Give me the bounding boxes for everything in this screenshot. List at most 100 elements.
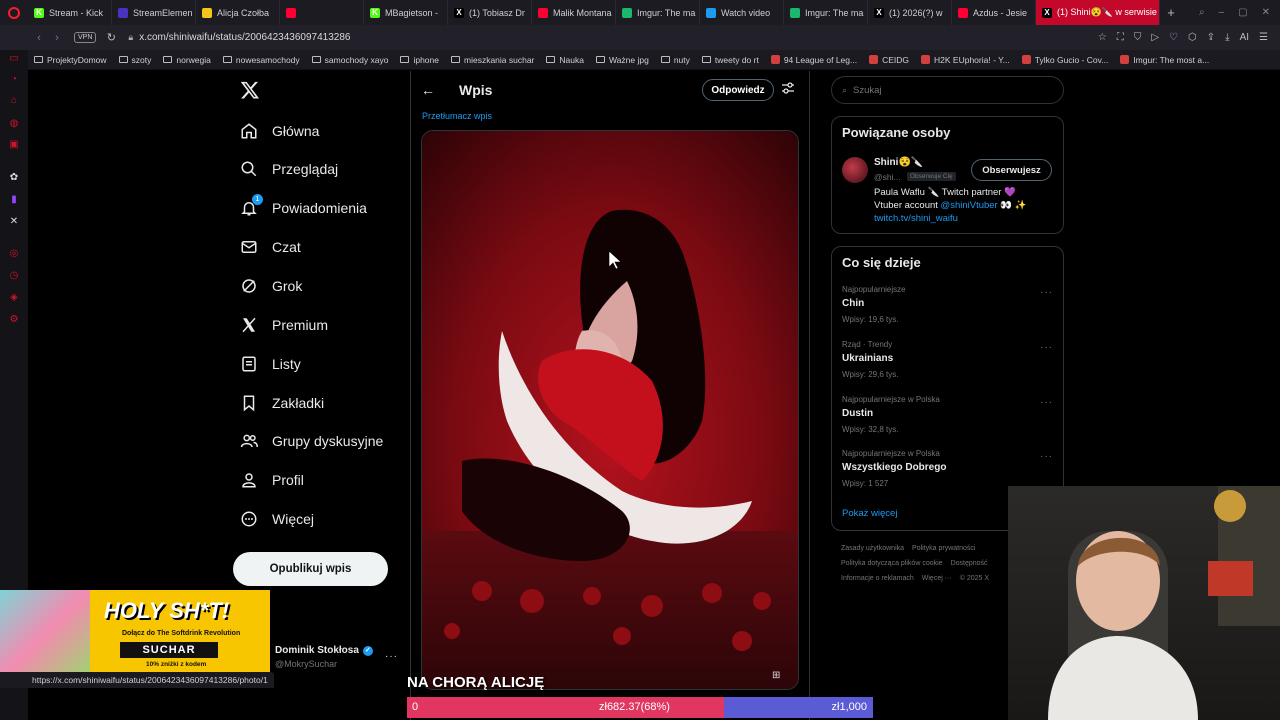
- trend-item[interactable]: Rząd · Trendy Ukrainians Wpisy: 29,6 tys.: [842, 340, 898, 379]
- bookmark-item[interactable]: norwegia: [163, 55, 211, 65]
- bio-link[interactable]: twitch.tv/shini_waifu: [874, 213, 958, 224]
- trend-more-icon[interactable]: ···: [1040, 451, 1053, 462]
- browser-tab[interactable]: Watch video: [700, 0, 784, 25]
- nav-item[interactable]: Listy: [240, 351, 301, 377]
- reload-icon[interactable]: ↻: [102, 31, 120, 44]
- browser-tab[interactable]: Malik Montana: [532, 0, 616, 25]
- mail-sidebar-icon[interactable]: ▣: [8, 139, 20, 151]
- alt-text-icon[interactable]: ⊞: [772, 670, 780, 681]
- bookmark-item[interactable]: Imgur: The most a...: [1120, 55, 1209, 65]
- footer-link[interactable]: Polityka dotycząca plików cookie: [841, 560, 943, 567]
- x-sidebar-icon[interactable]: ✕: [8, 216, 20, 228]
- heart-icon[interactable]: ♡: [1169, 32, 1178, 43]
- nav-item[interactable]: Premium: [240, 312, 328, 338]
- bookmark-item[interactable]: samochody xayo: [311, 55, 388, 65]
- search-tabs-icon[interactable]: ⌕: [1199, 7, 1205, 18]
- forward-icon[interactable]: ›: [48, 32, 66, 44]
- browser-tab[interactable]: Azdus - Jesie: [952, 0, 1036, 25]
- browser-tab[interactable]: K MBagietson -: [364, 0, 448, 25]
- bookmark-item[interactable]: H2K EUphoria! - Y...: [921, 55, 1010, 65]
- tab-active[interactable]: X (1) Shini😵🔪 w serwisie: [1036, 0, 1160, 25]
- browser-tab[interactable]: X (1) Tobiasz Dr: [448, 0, 532, 25]
- nav-item[interactable]: Czat: [240, 234, 301, 260]
- back-icon[interactable]: ‹: [30, 32, 48, 44]
- messenger-icon[interactable]: ◍: [8, 118, 20, 130]
- browser-tab[interactable]: Alicja Czołba: [196, 0, 280, 25]
- nav-item[interactable]: Profil: [240, 467, 304, 493]
- footer-link[interactable]: Polityka prywatności: [912, 545, 975, 552]
- footer-link[interactable]: Zasady użytkownika: [841, 545, 904, 552]
- browser-tab[interactable]: X (1) 2026(?) w: [868, 0, 952, 25]
- adblock-icon[interactable]: ⛉: [1134, 32, 1142, 43]
- nav-item[interactable]: Grupy dyskusyjne: [240, 428, 383, 454]
- footer-link[interactable]: © 2025 X: [960, 575, 989, 582]
- settings-icon[interactable]: ⚙: [8, 314, 20, 326]
- bookmark-item[interactable]: tweety do rt: [701, 55, 759, 65]
- bookmark-item[interactable]: Tylko Gucio - Cov...: [1021, 55, 1108, 65]
- opera-logo-icon[interactable]: [0, 0, 28, 25]
- bookmark-item[interactable]: Nauka: [546, 55, 584, 65]
- bookmark-item[interactable]: Ważne jpg: [595, 55, 649, 65]
- account-more-icon[interactable]: ···: [385, 651, 398, 662]
- history-icon[interactable]: ◷: [8, 270, 20, 282]
- vpn-badge[interactable]: VPN: [74, 32, 97, 43]
- browser-tab[interactable]: StreamElemen: [112, 0, 196, 25]
- footer-link[interactable]: Więcej ···: [922, 575, 952, 582]
- bio-mention-link[interactable]: @shiniVtuber: [941, 200, 998, 211]
- browser-tab[interactable]: [280, 0, 364, 25]
- nav-item[interactable]: Przeglądaj: [240, 156, 338, 182]
- post-image[interactable]: [421, 130, 799, 690]
- trend-item[interactable]: Najpopularniejsze Chin Wpisy: 19,6 tys.: [842, 285, 906, 324]
- extensions-icon[interactable]: ⬡: [1188, 32, 1197, 43]
- bookmark-item[interactable]: 94 League of Leg...: [770, 55, 857, 65]
- trend-item[interactable]: Najpopularniejsze w Polska Dustin Wpisy: 3…: [842, 395, 940, 434]
- footer-link[interactable]: Informacje o reklamach: [841, 575, 914, 582]
- ai-button[interactable]: AI: [1240, 32, 1249, 43]
- bookmark-item[interactable]: szoty: [118, 55, 151, 65]
- footer-link[interactable]: Dostępność: [951, 560, 988, 567]
- minimize-icon[interactable]: –: [1219, 7, 1225, 18]
- nav-item[interactable]: Zakładki: [240, 390, 324, 416]
- search-box[interactable]: ⌕ Szukaj: [831, 76, 1064, 104]
- settings-sliders-icon[interactable]: [781, 81, 795, 97]
- show-more-link[interactable]: Pokaż więcej: [842, 508, 897, 519]
- maximize-icon[interactable]: ▢: [1238, 7, 1247, 18]
- pinboard-icon[interactable]: ◈: [8, 292, 20, 304]
- bookmark-item[interactable]: nuty: [660, 55, 690, 65]
- share-icon[interactable]: ⇪: [1207, 32, 1215, 43]
- nav-item[interactable]: Główna: [240, 118, 319, 144]
- screenshot-icon[interactable]: ⛶: [1117, 32, 1124, 43]
- reply-button[interactable]: Odpowiedz: [702, 79, 774, 101]
- close-window-icon[interactable]: ✕: [1262, 7, 1270, 18]
- bookmark-item[interactable]: nowesamochody: [222, 55, 300, 65]
- bookmark-item[interactable]: CEIDG: [869, 55, 909, 65]
- browser-tab[interactable]: Imgur: The ma: [784, 0, 868, 25]
- translate-post-link[interactable]: Przetłumacz wpis: [422, 111, 492, 121]
- following-button[interactable]: Obserwujesz: [971, 159, 1052, 181]
- bookmark-item[interactable]: mieszkania suchar: [451, 55, 534, 65]
- play-icon[interactable]: ▷: [1151, 32, 1159, 43]
- aria-icon[interactable]: ◔: [8, 74, 20, 86]
- menu-icon[interactable]: ☰: [1259, 32, 1268, 43]
- trend-more-icon[interactable]: ···: [1040, 287, 1053, 298]
- new-tab-button[interactable]: +: [1160, 5, 1182, 20]
- person-name[interactable]: Shini😵🔪: [874, 157, 923, 168]
- nav-item[interactable]: 1 Powiadomienia: [240, 194, 367, 221]
- trend-more-icon[interactable]: ···: [1040, 397, 1053, 408]
- browser-tab[interactable]: K Stream - Kick: [28, 0, 112, 25]
- person-handle[interactable]: @shi...: [874, 172, 901, 182]
- avatar[interactable]: [842, 157, 868, 183]
- nav-item[interactable]: Grok: [240, 273, 302, 299]
- account-name-row[interactable]: Dominik Stokłosa ✓: [275, 645, 373, 656]
- player-icon[interactable]: ◎: [8, 248, 20, 260]
- bookmark-page-icon[interactable]: ☆: [1098, 32, 1107, 43]
- lock-sidebar-icon[interactable]: ⌂: [8, 95, 20, 107]
- bookmark-item[interactable]: iphone: [400, 55, 439, 65]
- lock-icon[interactable]: 🔒︎: [128, 32, 133, 43]
- browser-tab[interactable]: Imgur: The ma: [616, 0, 700, 25]
- back-arrow-icon[interactable]: ←: [421, 82, 435, 98]
- url-field[interactable]: x.com/shiniwaifu/status/2006423436097413…: [139, 32, 350, 43]
- post-button[interactable]: Opublikuj wpis: [233, 552, 388, 586]
- twitch-icon[interactable]: ▮: [8, 194, 20, 206]
- bookmark-item[interactable]: ProjektyDomow: [34, 55, 107, 65]
